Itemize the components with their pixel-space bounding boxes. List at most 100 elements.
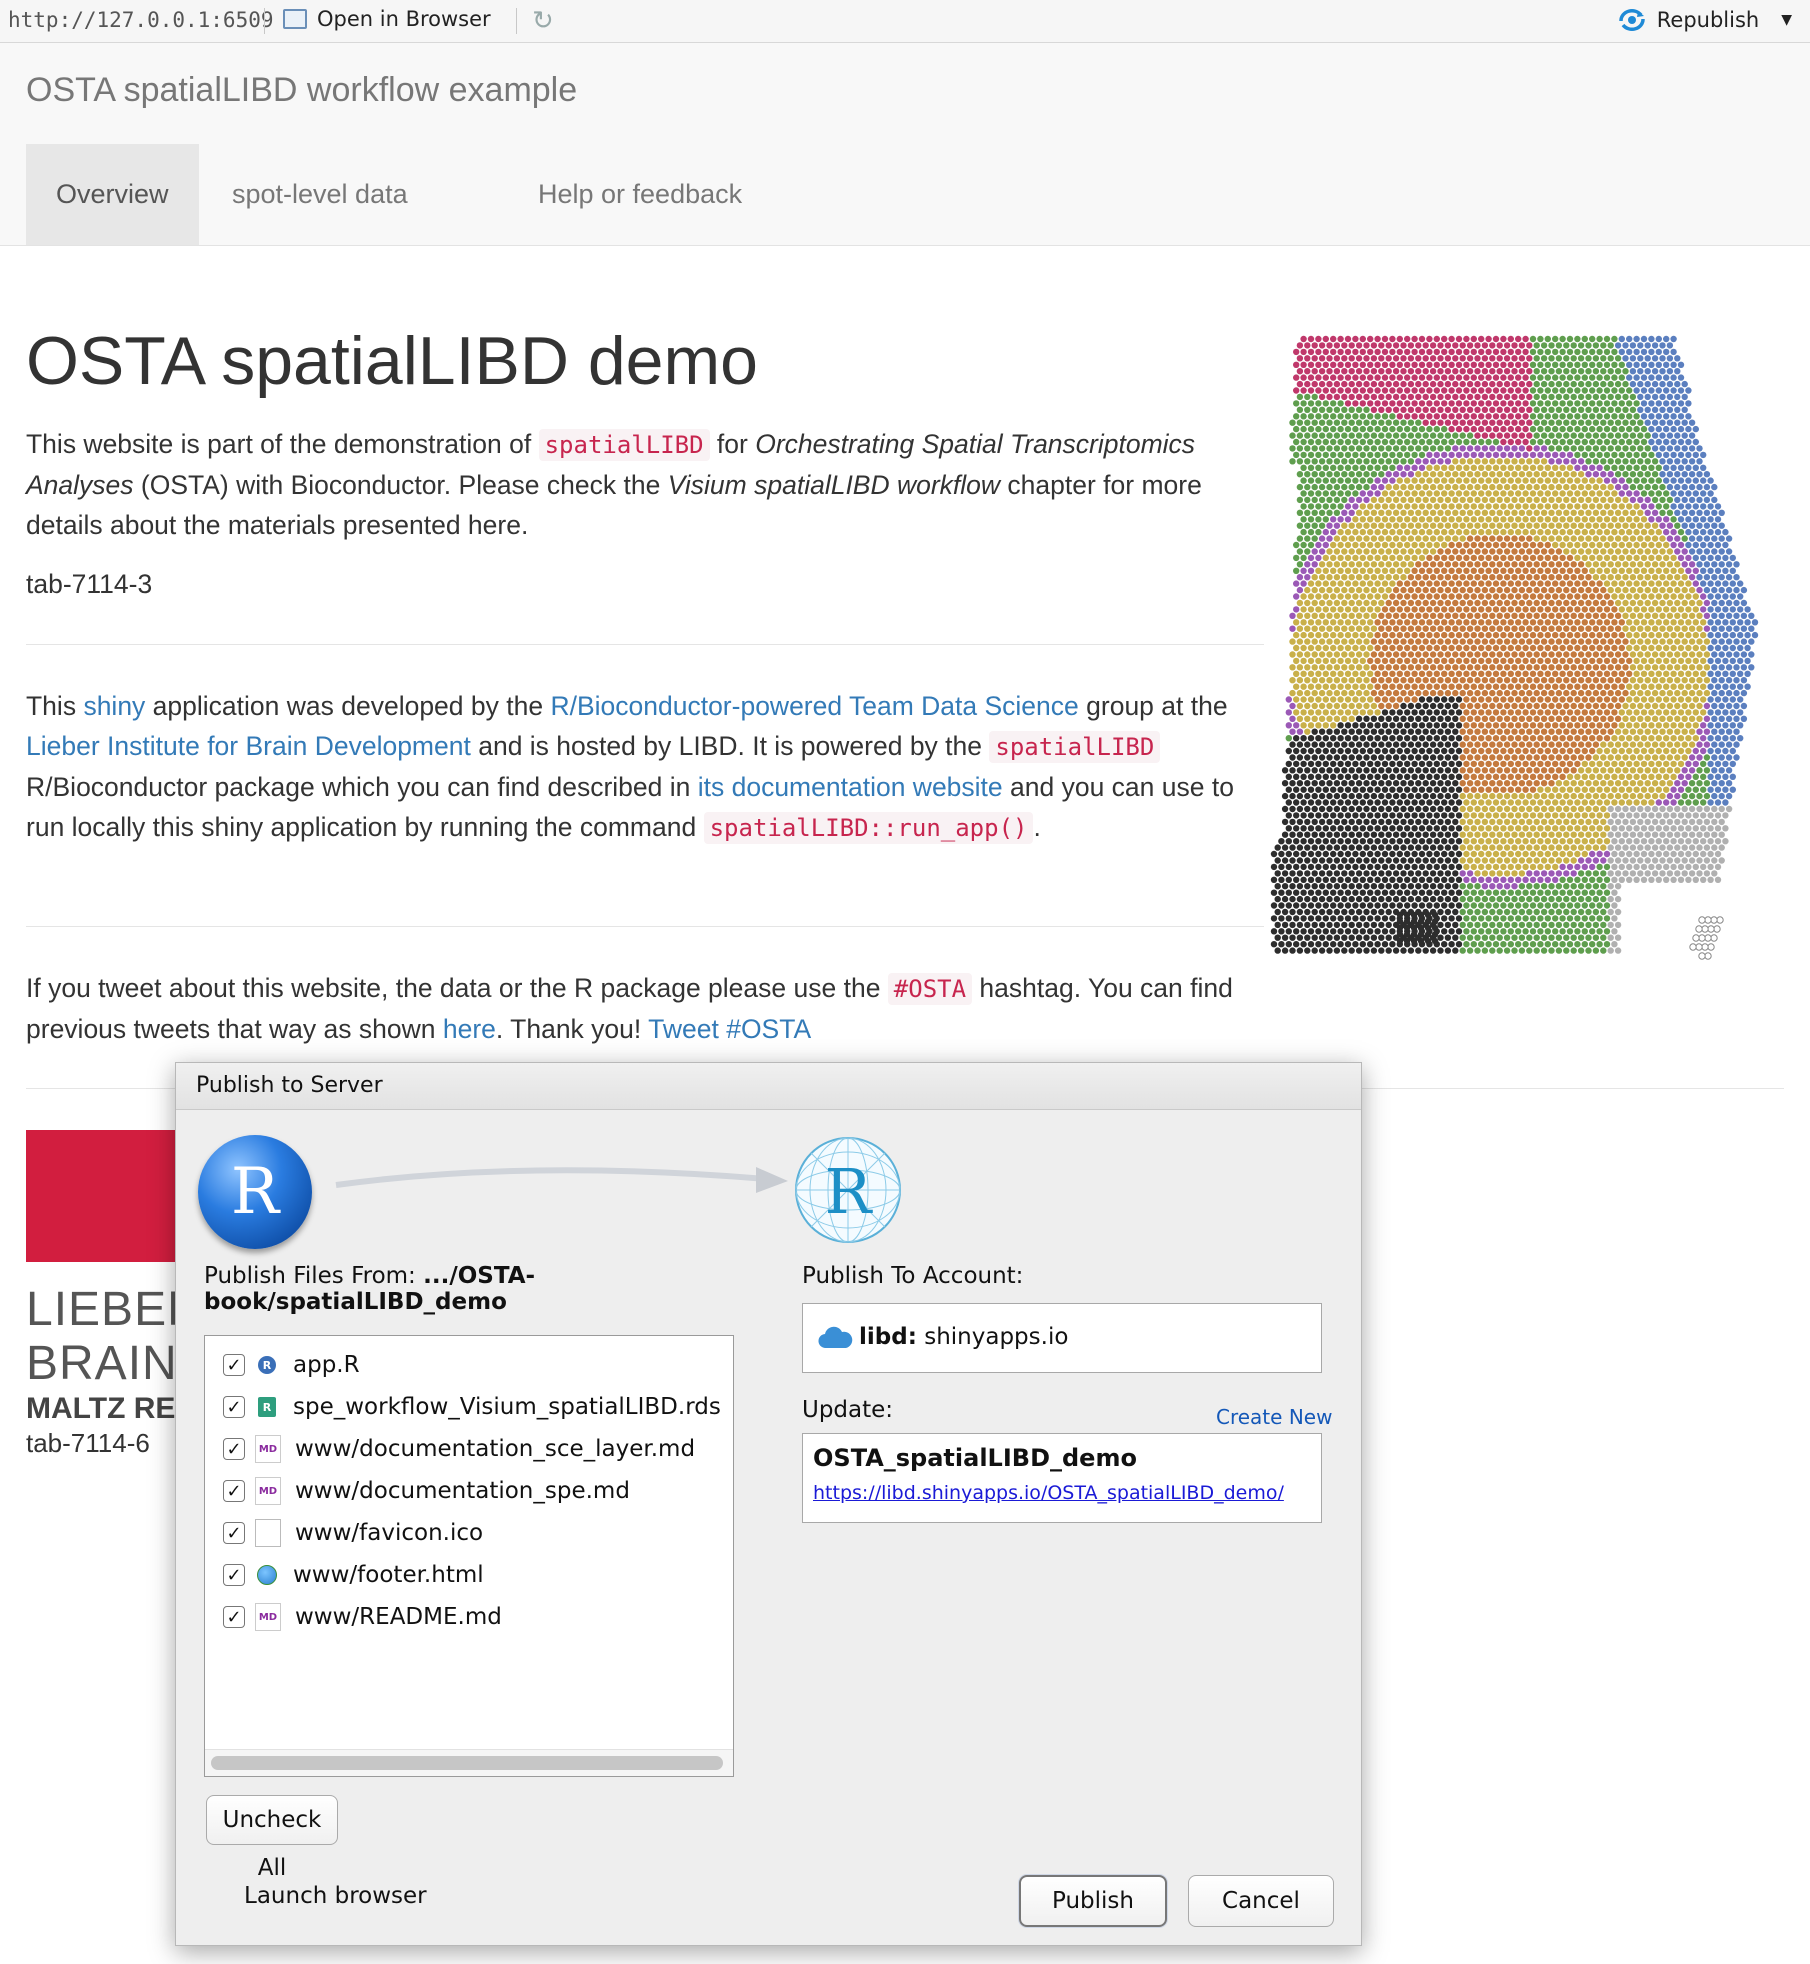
spot [1626,631,1633,639]
spot [1666,664,1674,671]
spot [1714,696,1722,703]
spot [1311,342,1318,349]
spot [1518,844,1526,851]
spot [1503,586,1511,594]
spot [1463,580,1470,587]
tweet-link[interactable]: Tweet #OSTA [648,1014,811,1044]
spot [1666,767,1674,774]
spot [1718,857,1725,864]
spot [1378,792,1385,800]
spot [1515,722,1522,729]
spot [1470,554,1477,562]
spot [1452,857,1459,864]
spot [1433,683,1440,690]
spot [1348,870,1355,877]
spot [1722,541,1729,549]
tab-overview[interactable]: Overview [26,144,199,245]
spot [1714,760,1722,768]
spot [1326,702,1333,710]
spot [1300,747,1307,755]
spot [1304,715,1311,722]
spot [1670,670,1677,677]
spot [1644,754,1651,761]
spot [1400,406,1407,413]
spot [1596,451,1603,459]
spot [1522,722,1529,729]
spot [1718,728,1725,735]
refresh-icon[interactable]: ↻ [532,6,554,36]
spot [1318,535,1326,542]
spot [1685,850,1692,858]
spot [1293,838,1300,845]
spot [1492,696,1500,703]
spot [1385,380,1392,388]
spot [1688,625,1696,632]
republish-button[interactable]: Republish ▼ [1617,7,1792,33]
spot [1341,393,1348,401]
team-data-science-link[interactable]: R/Bioconductor-powered Team Data Science [550,691,1078,721]
spot [1637,612,1644,619]
spot [1333,741,1341,748]
spot [1637,380,1644,388]
spot [1659,625,1666,632]
open-in-browser-button[interactable]: Open in Browser [283,7,491,31]
spot [1552,528,1559,536]
spot [1367,400,1374,407]
spot [1651,754,1659,761]
spot [1696,780,1703,787]
spot [1555,342,1563,349]
spot [1700,709,1707,716]
spot [1326,870,1333,877]
spot [1666,458,1674,465]
spot [1489,651,1496,658]
spot [1718,509,1725,516]
spot [1596,812,1603,819]
spot [1322,438,1329,446]
documentation-link[interactable]: its documentation website [698,772,1003,802]
spot [1452,702,1459,710]
spot [1348,380,1355,388]
spot [1503,805,1511,813]
spot [1444,870,1452,877]
spot [1400,715,1407,722]
spot [1396,735,1403,742]
spot [1381,683,1389,690]
spot [1455,503,1463,510]
spot [1648,773,1655,780]
spot [1474,831,1481,838]
lieber-institute-link[interactable]: Lieber Institute for Brain Development [26,731,471,761]
spot [1385,651,1392,658]
spot [1293,438,1300,446]
spot [1330,567,1337,574]
spot [1566,863,1574,871]
tab-help-or-feedback[interactable]: Help or feedback [508,144,772,245]
spot [1544,593,1551,600]
spot [1344,838,1352,845]
spot [1533,612,1540,619]
spot [1633,619,1640,626]
spot [1392,767,1400,774]
spot [1552,850,1559,858]
spot [1307,580,1315,587]
spot [1352,580,1359,587]
spot [1518,792,1526,800]
spot [1718,561,1725,568]
dropdown-caret-icon[interactable]: ▼ [1781,12,1792,28]
spot [1367,348,1374,356]
spot [1526,767,1533,774]
spot [1315,838,1322,845]
tab-spot-level-data[interactable]: spot-level data [202,144,438,245]
spot [1355,406,1363,413]
spot [1352,812,1359,819]
spot [1526,393,1533,401]
spot [1603,593,1611,600]
here-link[interactable]: here [443,1014,496,1044]
spot [1540,638,1548,645]
shiny-link[interactable]: shiny [83,691,145,721]
spot [1307,631,1315,639]
spot [1666,509,1674,516]
spot [1496,612,1503,619]
spot [1555,689,1563,697]
spot [1352,696,1359,703]
spot [1307,541,1315,549]
